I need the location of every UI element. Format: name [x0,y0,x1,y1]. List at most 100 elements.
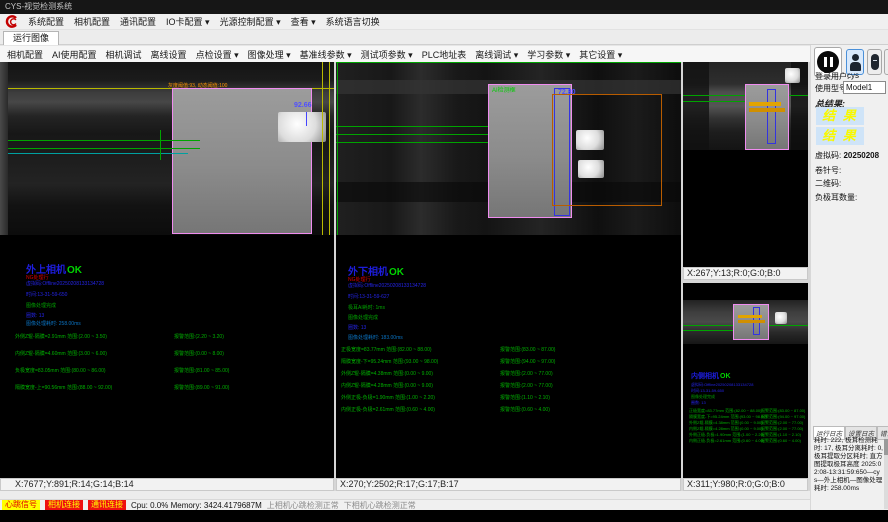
measurement-list: 外侧Z辊-隔膜=2.91mm 范围:(2.00 ~ 3.50) 报警范围:(2.… [15,333,315,401]
elapsed-line: 图像处理耗时: 258.00ms [26,321,81,327]
log-scrollbar[interactable] [884,437,888,509]
virtual-code-line: 虚拟码:Offline20250208133134728 [26,281,104,287]
log-text: 耗时: 222, 极耳检测耗时: 17, 极耳分离耗时: 0, 极耳提取分区耗时… [814,437,883,509]
measurement-value: 正极宽度=83.77mm 范围:(82.00 ~ 88.00) [341,346,432,353]
comm-connection-badge: 通讯连接 [88,500,126,510]
login-user-value: cys [847,71,859,80]
field-qrcode: 二维码: [815,178,841,189]
menu-item[interactable]: 通讯配置 [120,15,156,28]
camera-name: 内侧相机 [691,373,719,380]
measurement-row: 外侧正极-负极=1.90mm 范围:(1.00 ~ 2.20) 报警范围:(1.… [341,394,671,406]
camera-note: NG处理行 [348,276,371,283]
toolbar-item[interactable]: 离线调试 ▾ [475,48,518,61]
overlay-measure-line [8,153,188,154]
measurement-alarm-range: 报警范围:(89.00 ~ 91.00) [174,384,229,391]
overlay-tab-object [785,68,800,83]
menu-item[interactable]: 查看 ▾ [291,15,316,28]
lock-icon [871,54,879,70]
overlay-tab-object [775,312,787,324]
camera-image-small-top[interactable] [683,62,808,150]
measurement-alarm-range: 报警范围:(1.10 ~ 2.10) [500,394,550,401]
menu-bar: 系统配置 相机配置 通讯配置 IO卡配置 ▾ 光源控制配置 ▾ 查看 ▾ 系统语… [0,14,888,30]
camera-image-small-bottom[interactable] [683,300,808,344]
measurement-value: 内侧Z辊-隔膜=4.28mm 范围:(0.00 ~ 9.00) [341,382,433,389]
toolbar-item[interactable]: 基准线参数 ▾ [300,48,352,61]
measurement-alarm-range: 报警范围:(0.00 ~ 8.00) [174,350,224,357]
overlay-border-line [337,62,338,235]
toolbar-item[interactable]: 学习参数 ▾ [527,48,570,61]
measurement-row: 外侧Z辊-隔膜=2.91mm 范围:(2.00 ~ 3.50) 报警范围:(2.… [15,333,315,350]
camera-connection-badge: 相机连接 [45,500,83,510]
measurement-value: 外侧Z辊-隔膜=4.38mm 范围:(0.00 ~ 9.00) [341,370,433,377]
virtual-code-line: 虚拟码:Offline20250208133134728 [348,283,426,289]
camera-panel-small-top [683,62,808,267]
lock-button[interactable] [867,49,882,75]
measurement-value: 内侧Z辊-隔膜=4.60mm 范围:(3.00 ~ 6.00) [15,350,107,357]
overlay-measure-line [8,148,200,149]
log-scrollbar-thumb[interactable] [884,439,888,455]
overlay-vline [322,62,323,235]
model-select[interactable]: Model1 [843,81,886,94]
ai-time-line: 极耳AI耗时: 1ms [348,305,385,311]
toolbar-item[interactable]: 测试项参数 ▾ [361,48,413,61]
result-ok: OK [720,373,731,380]
toolbar-item[interactable]: 离线设置 [151,48,187,61]
toolbar-item[interactable]: 相机调试 [106,48,142,61]
measurement-alarm-range: 报警范围:(2.00 ~ 77.00) [500,370,553,377]
turn-count-line: 圈数: 13 [348,325,366,331]
menu-item[interactable]: 系统配置 [28,15,64,28]
menu-item[interactable]: IO卡配置 ▾ [166,15,210,28]
camera-panel-outer-lower: AI检测框 72.80 外下相机OK NG处理行 虚拟码:Offline2025… [336,62,681,478]
result-ok: OK [389,267,404,278]
turn-count-line: 圈数: 13 [691,400,706,406]
overlay-measure-box [767,89,776,144]
lower-camera-heartbeat-status: 下相机心跳检测正常 [344,500,416,511]
measurement-row: 正极宽度=83.77mm 范围:(82.00 ~ 88.00) 报警范围:(83… [341,346,671,358]
overlay-border-line [336,62,681,63]
app-logo-icon [5,15,18,28]
time-line: 时间:13-31-59-627 [348,294,389,300]
measurement-alarm-range: 报警范围:(0.60 ~ 4.00) [500,406,550,413]
measurement-alarm-range: 报警范围:(94.00 ~ 97.00) [500,358,555,365]
user-icon [852,54,859,61]
measurement-row: 内侧Z辊-隔膜=4.60mm 范围:(3.00 ~ 6.00) 报警范围:(0.… [15,350,315,367]
overlay-annotation [738,320,765,323]
measurement-value: 隔膜宽度-下=95.24mm 范围:(93.00 ~ 98.00) [341,358,438,365]
overlay-annotation [749,102,781,106]
measurement-alarm-range: 报警范围:(0.60 ~ 4.00) [761,438,801,444]
cpu-memory-readout: Cpu: 0.0% Memory: 3424.4179687M [131,501,262,510]
menu-item[interactable]: 相机配置 [74,15,110,28]
camera-result-title: 内侧相机OK [691,371,731,381]
toolbar-item[interactable]: AI使用配置 [52,48,97,61]
exit-button[interactable] [884,49,888,75]
measurement-row: 内侧正极-负极=2.61mm 范围:(0.60 ~ 4.00) 报警范围:(0.… [689,438,804,444]
overlay-vline [329,62,330,235]
overlay-detect-box [172,88,312,234]
measurement-value: 负极宽度=83.05mm 范围:(80.00 ~ 86.00) [15,367,106,374]
overlay-measure-line [683,330,735,331]
measurement-alarm-range: 报警范围:(81.00 ~ 85.00) [174,367,229,374]
overlay-measure-line [160,130,161,160]
menu-item[interactable]: 光源控制配置 ▾ [220,15,281,28]
menu-item[interactable]: 系统语言切换 [326,15,380,28]
measurement-value: 内侧正极-负极=2.61mm 范围:(0.60 ~ 4.00) [689,438,764,444]
toolbar-item[interactable]: 点检设置 ▾ [196,48,239,61]
process-done-line: 图像处理完成 [348,315,378,321]
heartbeat-status-badge: 心跳信号 [2,500,40,510]
toolbar-item[interactable]: 其它设置 ▾ [579,48,622,61]
toolbar: 相机配置 AI使用配置 相机调试 离线设置 点检设置 ▾ 图像处理 ▾ 基准线参… [0,45,810,62]
camera-image-outer-upper[interactable]: 灰度阈值:93, 动态阈值:100 92.66 [8,62,334,235]
measurement-row: 内侧正极-负极=2.61mm 范围:(0.60 ~ 4.00) 报警范围:(0.… [341,406,671,418]
camera-image-outer-lower[interactable]: AI检测框 72.80 [336,62,681,235]
overlay-measure-line [336,126,488,127]
toolbar-item[interactable]: 图像处理 ▾ [248,48,291,61]
toolbar-item[interactable]: 相机配置 [7,48,43,61]
tab-run-image[interactable]: 运行图像 [3,31,59,46]
field-winding-pin: 卷针号: [815,165,841,176]
control-panel: 登录用户: cys 使用型号: Model1 总结果: 结 果 结 果 虚拟码:… [810,45,888,510]
app-window: CYS-视觉检测系统 系统配置 相机配置 通讯配置 IO卡配置 ▾ 光源控制配置… [0,0,888,522]
result-badge-lower: 结 果 [816,127,864,145]
window-titlebar: CYS-视觉检测系统 [0,0,888,14]
cursor-readout-small-bottom: X:311;Y:980;R:0;G:0;B:0 [683,478,808,491]
toolbar-item[interactable]: PLC地址表 [422,48,467,61]
